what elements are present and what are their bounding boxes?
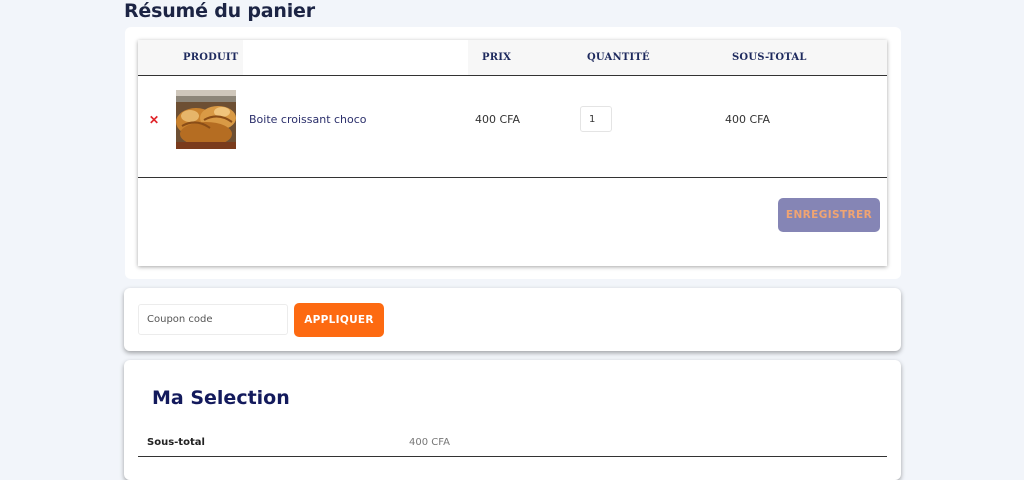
product-name[interactable]: Boite croissant choco <box>249 113 367 126</box>
summary-title: Ma Selection <box>152 387 290 409</box>
column-header-price: PRIX <box>482 52 512 63</box>
close-icon[interactable]: ✕ <box>149 113 159 127</box>
coupon-input[interactable] <box>138 304 288 335</box>
header-bg-right <box>468 40 887 75</box>
apply-coupon-button[interactable]: APPLIQUER <box>294 303 384 337</box>
row-divider <box>138 177 887 178</box>
column-header-product: PRODUIT <box>183 52 239 63</box>
product-subtotal: 400 CFA <box>725 113 771 126</box>
croissant-image <box>176 90 236 149</box>
product-price: 400 CFA <box>475 113 521 126</box>
column-header-subtotal: SOUS-TOTAL <box>732 52 807 63</box>
coupon-panel: APPLIQUER <box>124 288 901 351</box>
cart-table: PRODUIT PRIX QUANTITÉ SOUS-TOTAL ✕ Boite… <box>138 40 887 266</box>
subtotal-value: 400 CFA <box>409 437 450 448</box>
quantity-input[interactable] <box>580 106 612 132</box>
summary-divider <box>138 456 887 457</box>
save-button[interactable]: ENREGISTRER <box>778 198 880 232</box>
product-image <box>176 90 236 149</box>
summary-panel: Ma Selection Sous-total 400 CFA <box>124 360 901 480</box>
column-header-quantity: QUANTITÉ <box>587 52 650 63</box>
subtotal-label: Sous-total <box>147 437 205 448</box>
table-header: PRODUIT PRIX QUANTITÉ SOUS-TOTAL <box>138 40 887 76</box>
page-title: Résumé du panier <box>124 0 315 22</box>
